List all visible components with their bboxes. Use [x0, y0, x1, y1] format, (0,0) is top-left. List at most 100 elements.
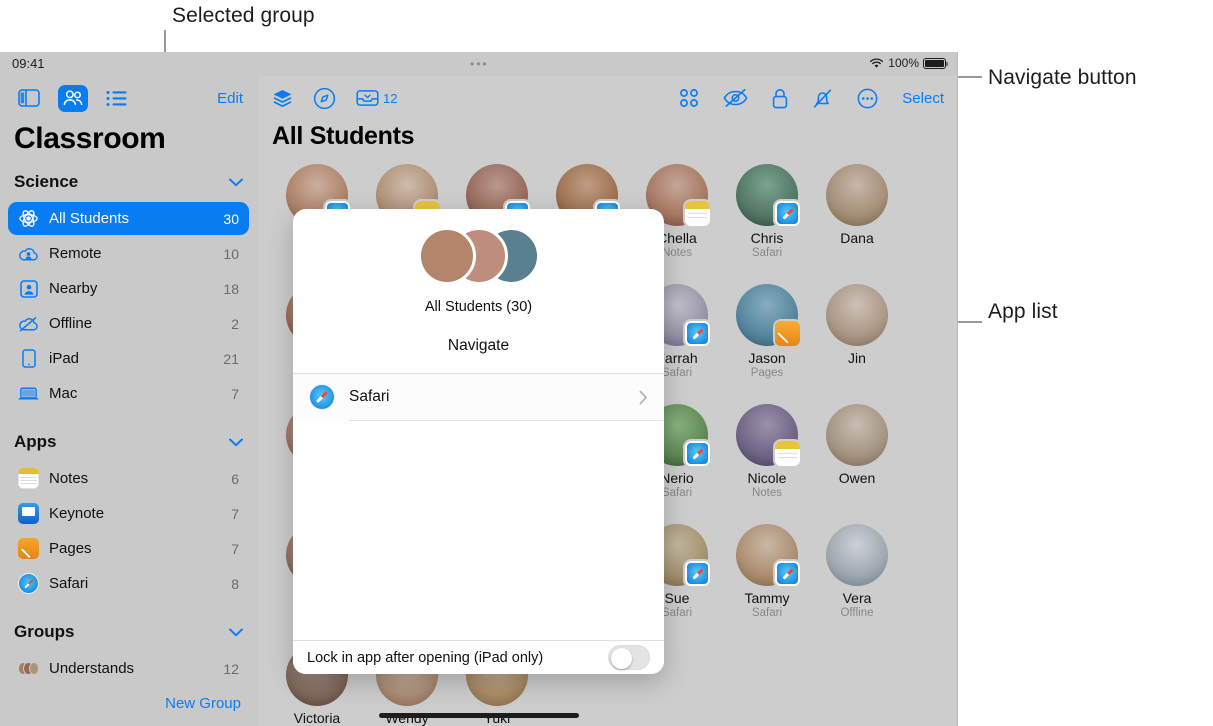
cloud-slash-icon: [18, 313, 39, 334]
compass-needle-icon: [782, 208, 793, 219]
ipad-icon: [18, 348, 39, 369]
app-list-item-safari[interactable]: Safari: [293, 374, 664, 420]
sidebar-section-header-science[interactable]: Science: [0, 166, 257, 200]
student-tile[interactable]: JasonPages: [722, 276, 812, 396]
app-badge-safari: [775, 201, 800, 226]
toolbar-left-group: 12: [272, 87, 397, 110]
annotation-navigate-button: Navigate button: [988, 66, 1137, 90]
student-tile[interactable]: ChrisSafari: [722, 156, 812, 276]
sidebar-item-count: 7: [231, 541, 239, 557]
student-tile[interactable]: Jin: [812, 276, 902, 396]
popover-group-label: All Students (30): [293, 299, 664, 315]
toolbar-right-group: Select: [679, 88, 944, 109]
student-app-status: Safari: [722, 606, 812, 620]
sidebar-section-header-apps[interactable]: Apps: [0, 412, 257, 460]
inbox-tray-icon[interactable]: 12: [356, 88, 397, 108]
sidebar-item-label: Safari: [49, 575, 88, 592]
screenshot-root: Selected group Navigate button App list …: [0, 0, 1213, 726]
student-name: Dana: [812, 230, 902, 246]
sidebar-item-label: Pages: [49, 540, 92, 557]
sidebar-item-ipad[interactable]: iPad 21: [8, 342, 249, 375]
home-indicator: [379, 713, 579, 718]
sidebar-item-mac[interactable]: Mac 7: [8, 377, 249, 410]
sidebar-item-count: 10: [223, 246, 239, 262]
app-badge-notes: [775, 441, 800, 466]
new-group-button[interactable]: New Group: [0, 687, 257, 712]
chevron-down-icon[interactable]: [229, 438, 243, 447]
student-name: Owen: [812, 470, 902, 486]
sidebar-item-nearby[interactable]: Nearby 18: [8, 272, 249, 305]
select-button[interactable]: Select: [902, 90, 944, 107]
chevron-down-icon[interactable]: [229, 178, 243, 187]
chevron-down-icon[interactable]: [229, 628, 243, 637]
student-name: Vera: [812, 590, 902, 606]
sidebar-item-label: All Students: [49, 210, 129, 227]
popover-action-title: Navigate: [293, 337, 664, 355]
sidebar-item-count: 2: [231, 316, 239, 332]
sidebar-item-notes[interactable]: Notes 6: [8, 462, 249, 495]
app-list-empty-area: [293, 421, 664, 674]
grid-view-icon[interactable]: [679, 88, 699, 108]
inbox-count-label: 12: [383, 91, 397, 106]
student-name: Tammy: [722, 590, 812, 606]
sidebar-item-count: 7: [231, 386, 239, 402]
sidebar-section-title: Groups: [14, 622, 74, 642]
student-tile[interactable]: TammySafari: [722, 516, 812, 636]
student-tile[interactable]: NicoleNotes: [722, 396, 812, 516]
status-bar: 09:41 ••• 100%: [0, 52, 958, 76]
sidebar-item-count: 12: [223, 661, 239, 677]
sidebar: Edit Classroom Science: [0, 76, 257, 726]
avatar-photo: [826, 524, 888, 586]
layers-icon[interactable]: [272, 89, 293, 108]
lock-in-app-label: Lock in app after opening (iPad only): [307, 650, 543, 666]
eye-slash-icon[interactable]: [723, 88, 748, 108]
app-badge-safari: [685, 441, 710, 466]
avatar-photo: [826, 404, 888, 466]
avatar: [826, 164, 888, 226]
sidebar-item-offline[interactable]: Offline 2: [8, 307, 249, 340]
sidebar-item-understands[interactable]: Understands 12: [8, 652, 249, 685]
app-badge-safari: [685, 321, 710, 346]
group-avatars-icon: [18, 658, 39, 679]
sidebar-item-pages[interactable]: Pages 7: [8, 532, 249, 565]
navigate-compass-icon[interactable]: [313, 87, 336, 110]
student-name: Victoria: [272, 710, 362, 726]
safari-app-icon: [309, 384, 335, 410]
list-icon[interactable]: [102, 85, 132, 112]
main-toolbar: 12: [258, 76, 958, 120]
people-group-icon[interactable]: [58, 85, 88, 112]
sidebar-item-label: Nearby: [49, 280, 97, 297]
avatar: [736, 524, 798, 586]
sidebar-section-header-groups[interactable]: Groups: [0, 602, 257, 650]
sidebar-item-label: Mac: [49, 385, 77, 402]
popover-footer: Lock in app after opening (iPad only): [293, 640, 664, 674]
sidebar-item-safari[interactable]: Safari 8: [8, 567, 249, 600]
sidebar-toggle-icon[interactable]: [14, 85, 44, 112]
sidebar-item-all-students[interactable]: All Students 30: [8, 202, 249, 235]
sidebar-item-remote[interactable]: Remote 10: [8, 237, 249, 270]
chevron-right-icon[interactable]: [639, 390, 648, 405]
compass-needle-icon: [692, 328, 703, 339]
avatar: [826, 524, 888, 586]
lock-icon[interactable]: [772, 88, 788, 109]
bell-slash-icon[interactable]: [812, 88, 833, 109]
group-avatar-stack: [293, 225, 664, 287]
edit-button[interactable]: Edit: [217, 90, 243, 107]
avatar: [736, 284, 798, 346]
more-ellipsis-icon[interactable]: [857, 88, 878, 109]
battery-percent-label: 100%: [888, 56, 919, 70]
page-title: Classroom: [0, 120, 257, 166]
compass-needle-icon: [692, 448, 703, 459]
student-name: Chris: [722, 230, 812, 246]
student-name: Jin: [812, 350, 902, 366]
navigate-popover: All Students (30) Navigate Safari Lock i…: [293, 209, 664, 674]
notes-app-icon: [18, 468, 39, 489]
student-tile[interactable]: Owen: [812, 396, 902, 516]
avatar: [826, 284, 888, 346]
student-tile[interactable]: Dana: [812, 156, 902, 276]
sidebar-item-keynote[interactable]: Keynote 7: [8, 497, 249, 530]
student-tile[interactable]: VeraOffline: [812, 516, 902, 636]
multitasking-dots-icon[interactable]: •••: [470, 60, 489, 68]
person-frame-icon: [18, 278, 39, 299]
lock-in-app-toggle[interactable]: [608, 645, 650, 670]
